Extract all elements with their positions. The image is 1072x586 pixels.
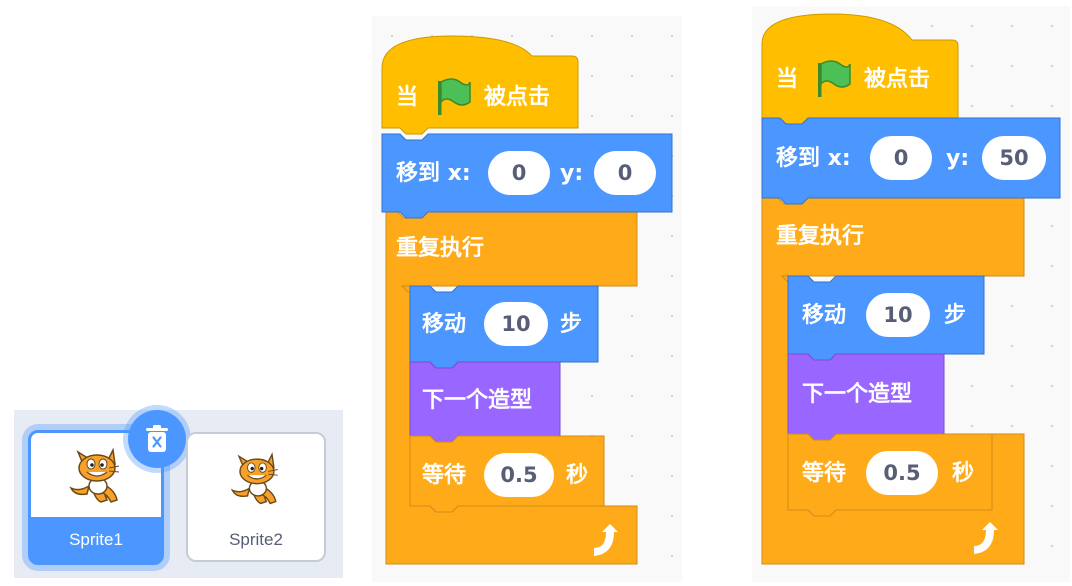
- clicked-label: 被点击: [864, 67, 931, 92]
- y-label: y:: [560, 161, 584, 186]
- seconds-unit-label: 秒: [566, 463, 589, 488]
- seconds-input[interactable]: 0.5: [866, 451, 938, 495]
- go-to-label: 移到 x:: [396, 161, 471, 186]
- when-label: 当: [776, 67, 799, 92]
- x-input[interactable]: 0: [488, 151, 550, 195]
- steps-unit-label: 步: [560, 312, 583, 337]
- script-area-1: 当 被点击 移到 x: 0 y: 0 重复执行 移动 10 步 下一个造型 等待…: [372, 16, 682, 582]
- sprite-list-pane: Sprite1 Sprite2: [14, 410, 343, 578]
- when-label: 当: [396, 85, 419, 110]
- move-label: 移动: [802, 303, 847, 328]
- seconds-unit-label: 秒: [952, 461, 975, 486]
- steps-unit-label: 步: [944, 303, 967, 328]
- delete-sprite-button[interactable]: [128, 410, 186, 468]
- clicked-label: 被点击: [484, 85, 551, 110]
- forever-label: 重复执行: [396, 236, 485, 261]
- sprite-name-label: Sprite1: [69, 530, 123, 549]
- steps-input[interactable]: 10: [866, 293, 930, 337]
- sprite-thumbnail: [188, 434, 324, 522]
- y-label: y:: [946, 146, 970, 171]
- wait-label: 等待: [802, 461, 847, 486]
- next-costume-label: 下一个造型: [802, 382, 913, 407]
- sprite-name-label: Sprite2: [229, 530, 283, 549]
- steps-input[interactable]: 10: [484, 302, 548, 346]
- y-input[interactable]: 0: [594, 151, 656, 195]
- script-area-2: 当 被点击 移到 x: 0 y: 50 重复执行 移动 10 步 下一个造型 等…: [752, 6, 1070, 582]
- wait-label: 等待: [422, 463, 467, 488]
- cat-sprite-icon: [69, 447, 120, 503]
- y-input[interactable]: 50: [982, 136, 1046, 180]
- cat-sprite-icon: [230, 452, 278, 505]
- trash-icon: [146, 425, 168, 452]
- sprite-tile-sprite2[interactable]: Sprite2: [186, 432, 326, 562]
- go-to-label: 移到 x:: [776, 146, 851, 171]
- move-label: 移动: [422, 312, 467, 337]
- seconds-input[interactable]: 0.5: [484, 453, 554, 497]
- next-costume-label: 下一个造型: [422, 388, 533, 413]
- x-input[interactable]: 0: [870, 136, 932, 180]
- forever-label: 重复执行: [776, 224, 865, 249]
